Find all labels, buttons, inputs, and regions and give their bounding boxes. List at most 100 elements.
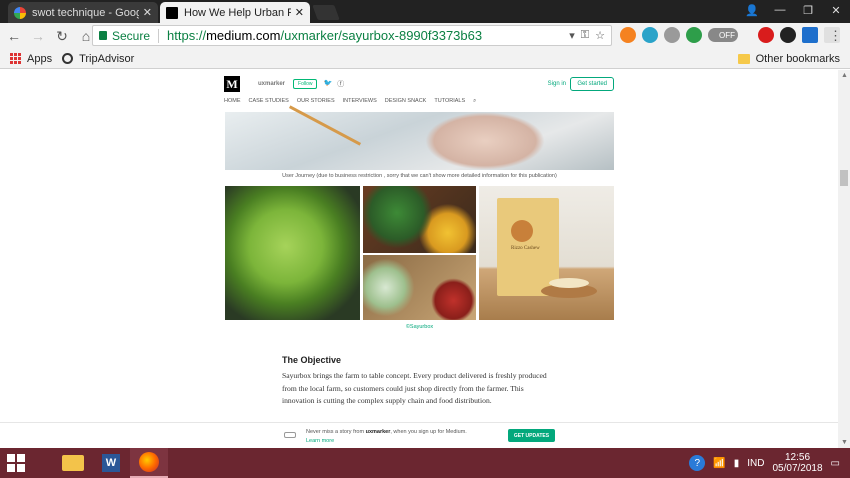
language-indicator[interactable]: IND <box>747 458 764 469</box>
address-bar[interactable]: Secure https://medium.com/uxmarker/sayur… <box>92 25 612 46</box>
folder-icon <box>737 53 750 64</box>
tripadvisor-icon <box>62 53 74 64</box>
search-icon[interactable]: ⌕ <box>473 98 476 105</box>
scroll-thumb[interactable] <box>840 170 848 186</box>
extension-orange-icon[interactable] <box>620 27 636 43</box>
other-bookmarks[interactable]: Other bookmarks <box>737 52 840 65</box>
nav-home[interactable]: HOME <box>224 98 241 105</box>
product-label: Rizzo Cashew <box>511 246 540 251</box>
reload-button[interactable]: ↻ <box>52 26 72 46</box>
menu-icon[interactable]: ⋮ <box>829 28 842 44</box>
extension-headphones-icon[interactable] <box>642 27 658 43</box>
section-heading: The Objective <box>282 355 342 365</box>
time: 12:56 <box>785 452 811 463</box>
nav-our-stories[interactable]: OUR STORIES <box>297 98 335 105</box>
tab-title: How We Help Urban Peo <box>184 6 291 19</box>
get-started-button[interactable]: Get started <box>570 77 614 91</box>
toggle-label: OFF <box>719 30 735 40</box>
minimize-button[interactable]: — <box>766 0 794 20</box>
bookmark-label: TripAdvisor <box>79 52 135 65</box>
bookmark-tripadvisor[interactable]: TripAdvisor <box>62 53 134 65</box>
nav-case-studies[interactable]: CASE STUDIES <box>249 98 289 105</box>
secure-label: Secure <box>112 28 151 43</box>
system-tray: ? 📶 ▮ IND 12:56 05/07/2018 ▭ <box>689 448 840 478</box>
taskbar-word[interactable]: W <box>92 448 130 478</box>
lettuce-photo <box>225 186 360 320</box>
google-icon <box>14 6 26 19</box>
taskbar-browser[interactable] <box>130 448 168 478</box>
folder-icon <box>62 455 84 471</box>
tab-medium-article[interactable]: How We Help Urban Peo ✕ <box>160 2 310 23</box>
extension-blue-icon[interactable] <box>802 27 818 43</box>
clock[interactable]: 12:56 05/07/2018 <box>772 452 822 474</box>
extension-download-icon[interactable] <box>664 27 680 43</box>
windows-taskbar: W ? 📶 ▮ IND 12:56 05/07/2018 ▭ <box>0 448 850 478</box>
page-viewport: M uxmarker Follow 🐦 ⓕ Sign in Get starte… <box>0 70 838 448</box>
url-scheme: https:// <box>167 28 207 43</box>
nav-interviews[interactable]: INTERVIEWS <box>343 98 377 105</box>
envelope-icon <box>284 432 296 438</box>
nav-tutorials[interactable]: TUTORIALS <box>434 98 465 105</box>
back-button[interactable]: ← <box>4 26 24 46</box>
close-icon[interactable]: ✕ <box>295 6 304 19</box>
bookmark-apps[interactable]: Apps <box>10 53 52 65</box>
page-scrollbar[interactable]: ▲ ▼ <box>838 70 850 448</box>
security-indicator[interactable]: Secure <box>99 29 150 43</box>
url-host: medium.com <box>206 28 281 43</box>
url-path: /uxmarker/sayurbox-8990f3373b63 <box>280 28 483 43</box>
signup-banner: Never miss a story from uxmarker, when y… <box>0 422 838 448</box>
profile-icon[interactable]: 👤 <box>738 0 766 20</box>
extension-green-icon[interactable] <box>686 27 702 43</box>
other-bookmarks-label: Other bookmarks <box>755 52 840 65</box>
notification-icon[interactable]: ▭ <box>831 458 840 469</box>
follow-button[interactable]: Follow <box>293 79 318 89</box>
star-icon[interactable]: ☆ <box>595 29 605 42</box>
photo-credit[interactable]: ©Sayurbox <box>225 324 614 330</box>
url-text[interactable]: https://medium.com/uxmarker/sayurbox-899… <box>167 28 569 43</box>
new-tab-button[interactable] <box>312 5 340 20</box>
help-icon[interactable]: ? <box>689 455 706 471</box>
learn-more-link[interactable]: Learn more <box>306 438 334 444</box>
vegetables-photo <box>363 186 476 253</box>
close-icon[interactable]: ✕ <box>143 6 152 19</box>
bookmark-label: Apps <box>27 52 53 65</box>
omnibox-icons: ▾ ⚿ ☆ <box>569 29 605 42</box>
medium-logo[interactable]: M <box>224 76 240 92</box>
network-icon[interactable]: 📶 <box>713 458 725 469</box>
windows-start-icon[interactable] <box>0 448 30 478</box>
publication-name[interactable]: uxmarker <box>258 81 285 87</box>
tab-title: swot technique - Google <box>32 6 139 19</box>
sign-in-link[interactable]: Sign in <box>548 81 566 87</box>
pencil-shape <box>288 105 362 146</box>
facebook-icon[interactable]: ⓕ <box>337 79 344 89</box>
battery-icon[interactable]: ▮ <box>734 458 740 469</box>
nav-design-snack[interactable]: DESIGN SNACK <box>385 98 427 105</box>
window-controls: 👤 — ❐ ✕ <box>738 0 850 20</box>
scroll-up-icon[interactable]: ▲ <box>841 72 848 79</box>
twitter-icon[interactable]: 🐦 <box>323 79 332 89</box>
get-updates-button[interactable]: GET UPDATES <box>508 429 555 442</box>
restore-button[interactable]: ❐ <box>794 0 822 20</box>
tab-google-search[interactable]: swot technique - Google ✕ <box>8 2 158 23</box>
medium-header: M uxmarker Follow 🐦 ⓕ Sign in Get starte… <box>224 74 614 94</box>
social-links: 🐦 ⓕ <box>323 79 344 89</box>
user-journey-image <box>225 105 614 170</box>
divider <box>158 28 160 43</box>
taskbar-file-explorer[interactable] <box>54 448 92 478</box>
opera-icon[interactable] <box>758 27 774 43</box>
key-icon[interactable]: ⚿ <box>581 29 589 42</box>
image-caption: User Journey (due to business restrictio… <box>282 173 557 179</box>
hand-shape <box>425 112 545 170</box>
browser-icon <box>139 452 159 472</box>
bookmarks-bar: Apps TripAdvisor Other bookmarks <box>0 49 850 69</box>
medium-icon <box>166 6 178 19</box>
extension-toggle[interactable]: OFF <box>708 28 738 42</box>
cashew-product-photo: Rizzo Cashew <box>479 186 614 320</box>
scroll-down-icon[interactable]: ▼ <box>841 439 848 446</box>
forward-button[interactable]: → <box>28 26 48 46</box>
date: 05/07/2018 <box>772 463 823 474</box>
close-window-button[interactable]: ✕ <box>822 0 850 20</box>
search-icon[interactable]: ▾ <box>569 29 575 42</box>
cashew-nuts <box>549 278 589 288</box>
extension-dark-icon[interactable] <box>780 27 796 43</box>
